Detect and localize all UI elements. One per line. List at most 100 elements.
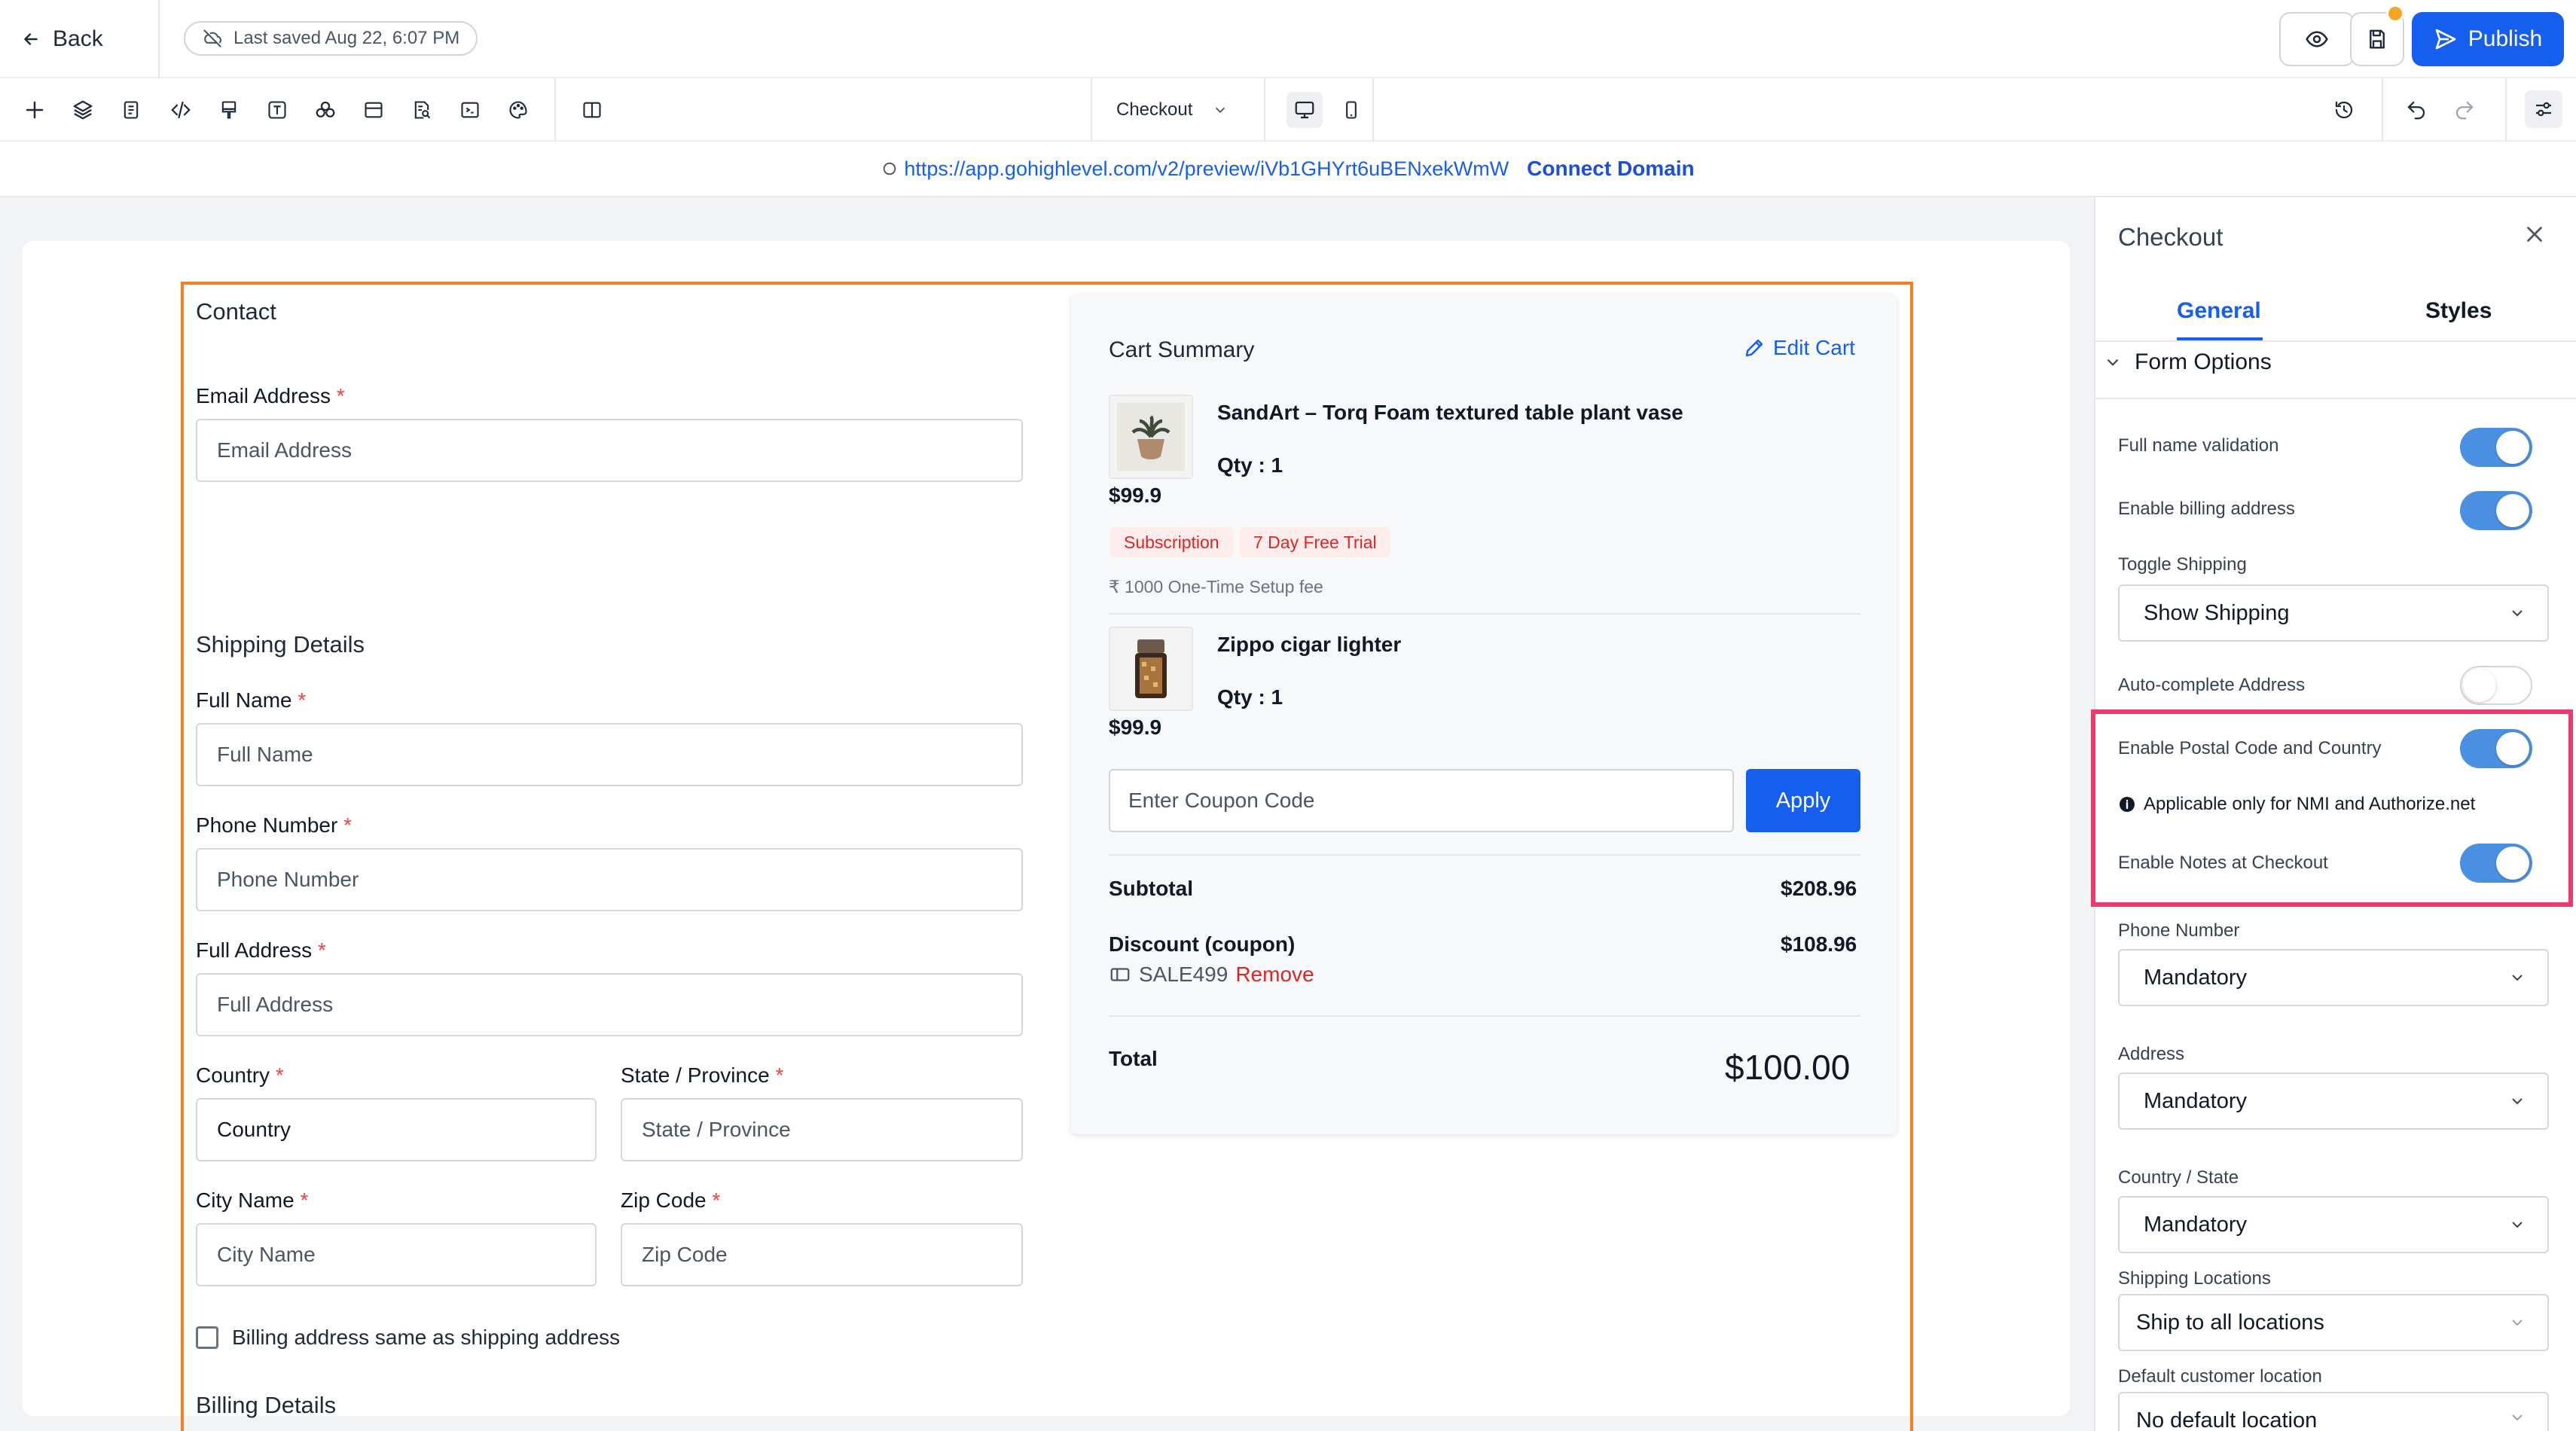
desktop-icon [1295,101,1314,119]
mobile-view-button[interactable] [1335,93,1368,127]
full-name-validation-toggle[interactable] [2460,428,2532,467]
sections-icon [365,102,383,118]
default-location-select[interactable]: No default location [2118,1392,2549,1431]
fullname-label-text: Full Name [196,688,292,712]
publish-button[interactable]: Publish [2412,12,2564,66]
form-options-header[interactable]: Form Options [2103,349,2272,375]
discount-label: Discount (coupon) [1109,932,1296,956]
back-button[interactable]: Back [21,21,103,57]
address-label: Full Address * [196,938,326,963]
terminal-button[interactable] [453,93,487,127]
divider [2095,398,2576,399]
toggle-shipping-label: Toggle Shipping [2118,554,2247,575]
edit-cart-link[interactable]: Edit Cart [1743,336,1855,360]
divider [1109,613,1860,615]
edit-cart-label: Edit Cart [1773,336,1855,359]
lighter-image [1117,633,1185,705]
billing-same-checkbox-row[interactable]: Billing address same as shipping address [196,1326,620,1350]
address-settings-select[interactable]: Mandatory [2118,1072,2549,1130]
fullname-input[interactable]: Full Name [196,723,1023,786]
mobile-icon [1346,101,1357,119]
autocomplete-address-toggle[interactable] [2460,666,2532,705]
country-select[interactable]: Country [196,1098,597,1161]
pages-icon [124,101,139,119]
address-settings-label: Address [2118,1044,2185,1064]
plant-vase-image [1117,403,1185,471]
form-options-title: Form Options [2135,349,2272,374]
columns-button[interactable] [575,93,609,127]
chevron-down-icon [2512,975,2523,981]
address-input[interactable]: Full Address [196,973,1023,1036]
desktop-view-button[interactable] [1286,92,1323,128]
free-trial-badge: 7 Day Free Trial [1240,527,1390,557]
divider [1372,78,1374,142]
divider [2095,340,2576,342]
redo-button[interactable] [2448,93,2481,127]
fullname-label: Full Name * [196,688,306,712]
billing-same-checkbox[interactable] [196,1326,218,1349]
notes-checkout-label: Enable Notes at Checkout [2118,853,2328,873]
history-button[interactable] [2327,93,2361,127]
zip-input[interactable]: Zip Code [621,1223,1023,1286]
sections-button[interactable] [357,93,390,127]
back-label: Back [53,26,103,51]
shipping-locations-label: Shipping Locations [2118,1268,2271,1289]
postal-country-toggle[interactable] [2460,729,2532,768]
required-mark: * [300,1188,309,1212]
subtotal-label: Subtotal [1109,877,1193,900]
undo-button[interactable] [2400,93,2433,127]
shipping-locations-select[interactable]: Ship to all locations [2118,1294,2549,1351]
connect-domain-link[interactable]: Connect Domain [1527,157,1694,181]
arrow-left-icon [24,33,38,45]
toggle-shipping-select[interactable]: Show Shipping [2118,584,2549,642]
cloud-off-icon [203,29,222,47]
text-button[interactable] [261,93,294,127]
palette-button[interactable] [502,93,535,127]
tab-styles[interactable]: Styles [2425,298,2492,324]
search-doc-button[interactable] [405,93,438,127]
subscription-badge: Subscription [1110,527,1233,557]
total-label: Total [1109,1047,1158,1070]
apply-coupon-button[interactable]: Apply [1746,769,1860,832]
sliders-icon [2536,102,2551,117]
zip-label: Zip Code * [621,1188,720,1213]
paint-button[interactable] [212,93,246,127]
code-button[interactable] [164,93,197,127]
page-selector[interactable]: Checkout [1116,95,1228,125]
settings-panel-button[interactable] [2525,90,2562,128]
close-panel-button[interactable] [2522,221,2547,251]
assets-button[interactable] [309,93,342,127]
divider [554,78,556,142]
enable-billing-toggle[interactable] [2460,491,2532,530]
contact-title: Contact [196,298,276,325]
default-location-value: No default location [2136,1408,2318,1431]
coupon-input[interactable]: Enter Coupon Code [1109,769,1734,832]
zip-label-text: Zip Code [621,1188,707,1212]
phone-number-select[interactable]: Mandatory [2118,949,2549,1006]
preview-button[interactable] [2279,12,2355,66]
chevron-down-icon [2512,1098,2523,1105]
city-label-text: City Name [196,1188,295,1212]
add-element-button[interactable] [18,93,51,127]
product-name: SandArt – Torq Foam textured table plant… [1217,401,1683,424]
editor-toolbar: Checkout [0,78,2576,142]
remove-coupon-link[interactable]: Remove [1235,963,1314,987]
email-label-text: Email Address [196,384,331,407]
city-input[interactable]: City Name [196,1223,597,1286]
state-input[interactable]: State / Province [621,1098,1023,1161]
status-circle-icon [884,162,896,175]
pages-button[interactable] [114,93,148,127]
layers-button[interactable] [66,93,99,127]
toggle-knob [2496,431,2529,464]
notes-checkout-toggle[interactable] [2460,844,2532,883]
required-mark: * [317,938,326,962]
tab-general[interactable]: General [2177,298,2261,324]
email-input[interactable]: Email Address [196,419,1023,482]
discount-value: $108.96 [1781,932,1857,956]
phone-input[interactable]: Phone Number [196,848,1023,911]
last-saved-text: Last saved Aug 22, 6:07 PM [233,28,460,48]
product-price: $99.9 [1109,484,1162,507]
preview-url[interactable]: https://app.gohighlevel.com/v2/preview/i… [881,157,1509,181]
country-state-select[interactable]: Mandatory [2118,1196,2549,1253]
info-icon [2120,797,2135,812]
